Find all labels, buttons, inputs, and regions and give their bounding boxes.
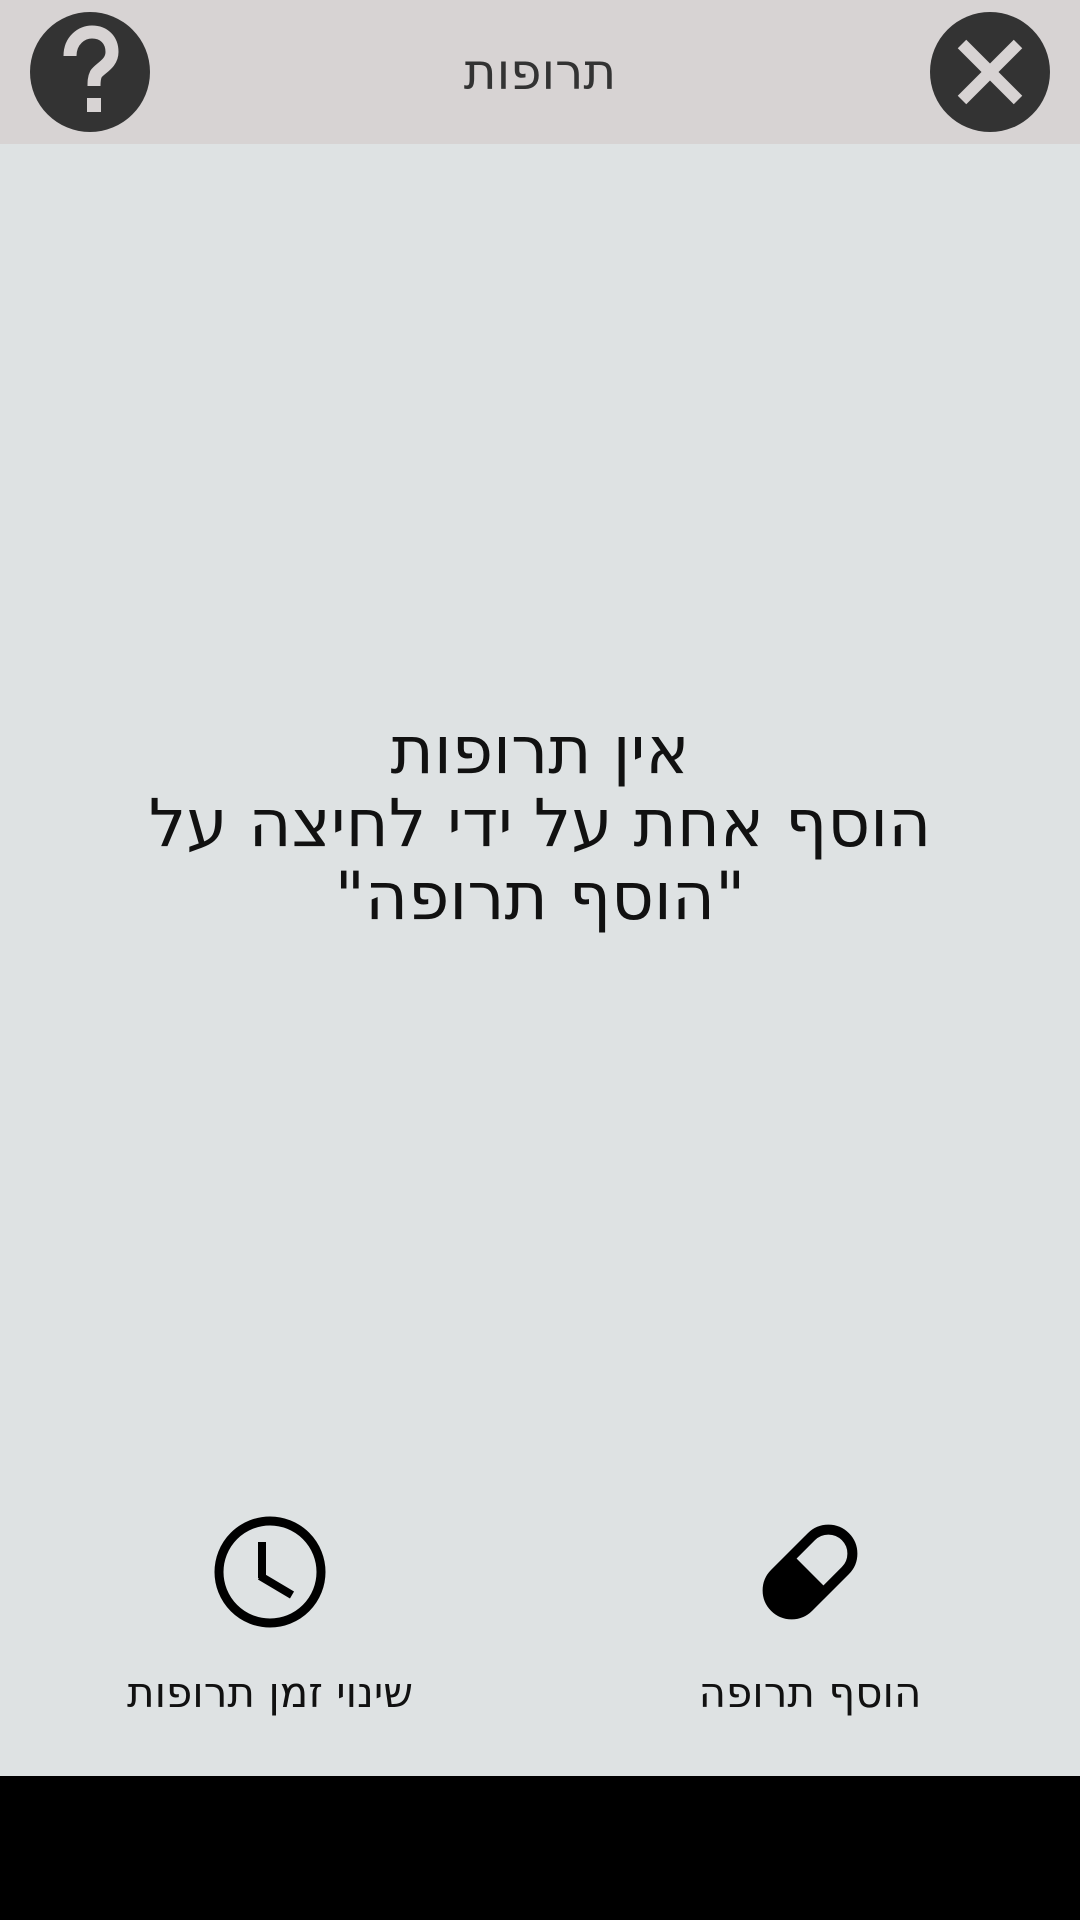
change-medicine-time-label: שינוי זמן תרופות <box>126 1668 414 1717</box>
question-mark-icon <box>63 25 119 112</box>
system-navigation-bar <box>0 1776 1080 1920</box>
add-medicine-button[interactable]: הוסף תרופה <box>540 1365 1080 1765</box>
clock-icon <box>214 1516 326 1628</box>
empty-state-message: אין תרופות הוסף אחת על ידי לחיצה על "הוס… <box>0 714 1080 933</box>
medications-screen: תרופות אין תרופות הוסף אחת על ידי לחיצה … <box>0 0 1080 1920</box>
empty-state-hint-line1: הוסף אחת על ידי לחיצה על <box>148 785 932 862</box>
help-button[interactable] <box>30 12 150 132</box>
close-button[interactable] <box>930 12 1050 132</box>
close-x-icon <box>957 39 1023 105</box>
empty-state-title: אין תרופות <box>390 712 690 789</box>
add-medicine-label: הוסף תרופה <box>698 1668 922 1717</box>
pill-icon <box>762 1524 858 1620</box>
empty-state-hint-line2: "הוסף תרופה" <box>334 858 746 935</box>
header-bar: תרופות <box>0 0 1080 144</box>
page-title: תרופות <box>463 43 617 101</box>
change-medicine-time-button[interactable]: שינוי זמן תרופות <box>0 1365 540 1765</box>
